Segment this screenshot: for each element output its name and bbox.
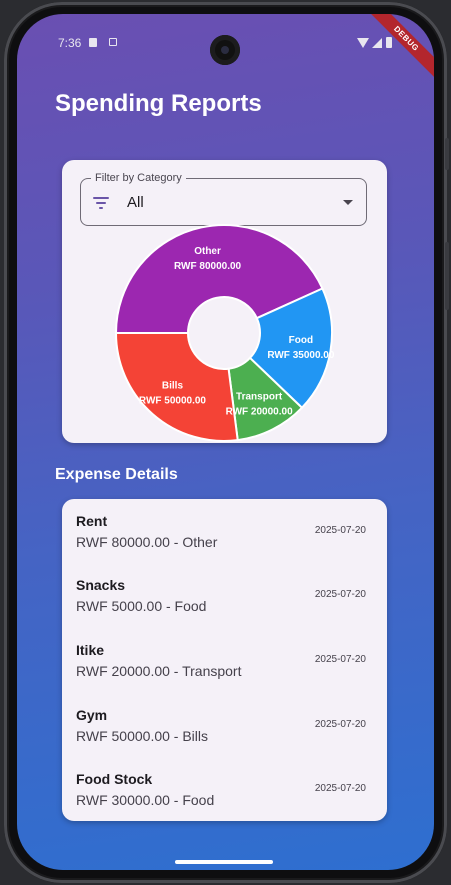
expense-detail: RWF 5000.00 - Food bbox=[76, 598, 207, 614]
wifi-icon bbox=[357, 38, 369, 48]
expense-name: Rent bbox=[76, 513, 108, 529]
expense-item[interactable]: Rent RWF 80000.00 - Other 2025-07-20 bbox=[62, 499, 387, 563]
signal-icon bbox=[372, 38, 382, 48]
expense-name: Food Stock bbox=[76, 771, 153, 787]
front-camera bbox=[210, 35, 240, 65]
page-title: Spending Reports bbox=[55, 90, 262, 117]
notification-icon bbox=[109, 38, 117, 46]
expense-date: 2025-07-20 bbox=[314, 589, 366, 600]
battery-icon bbox=[386, 37, 392, 48]
expense-item[interactable]: Snacks RWF 5000.00 - Food 2025-07-20 bbox=[62, 563, 387, 627]
power-button bbox=[445, 242, 449, 310]
pie-chart: Other RWF 80000.00 Food RWF 35000.00 Transpo… bbox=[114, 224, 335, 442]
slice-value-label: RWF 80000.00 bbox=[174, 261, 242, 272]
status-time: 7:36 bbox=[58, 36, 82, 50]
expense-list: Rent RWF 80000.00 - Other 2025-07-20 Sna… bbox=[62, 499, 387, 821]
slice-value-label: RWF 50000.00 bbox=[139, 396, 207, 407]
app-screen: 7:36 DEBUG Spending Reports Filter by Ca… bbox=[17, 14, 434, 870]
home-indicator[interactable] bbox=[175, 860, 273, 864]
expense-detail: RWF 30000.00 - Food bbox=[76, 792, 215, 808]
expense-item[interactable]: Itike RWF 20000.00 - Transport 2025-07-2… bbox=[62, 628, 387, 692]
expense-date: 2025-07-20 bbox=[314, 719, 366, 730]
expense-detail: RWF 50000.00 - Bills bbox=[76, 728, 209, 744]
volume-button bbox=[445, 138, 449, 170]
expense-detail: RWF 80000.00 - Other bbox=[76, 534, 218, 550]
expense-date: 2025-07-20 bbox=[314, 525, 366, 536]
expense-item[interactable]: Gym RWF 50000.00 - Bills 2025-07-20 bbox=[62, 693, 387, 757]
expense-name: Snacks bbox=[76, 577, 126, 593]
expense-name: Itike bbox=[76, 642, 105, 658]
chart-card: Filter by Category All Other RWF 80000.00… bbox=[62, 160, 387, 443]
slice-value-label: RWF 20000.00 bbox=[226, 407, 294, 418]
section-title: Expense Details bbox=[55, 466, 178, 483]
slice-category-label: Other bbox=[194, 246, 221, 257]
expense-name: Gym bbox=[76, 707, 108, 723]
expense-date: 2025-07-20 bbox=[314, 783, 366, 794]
slice-category-label: Bills bbox=[162, 381, 184, 392]
expense-date: 2025-07-20 bbox=[314, 654, 366, 665]
expense-item[interactable]: Food Stock RWF 30000.00 - Food 2025-07-2… bbox=[62, 757, 387, 821]
slice-category-label: Transport bbox=[236, 392, 283, 403]
slice-value-label: RWF 35000.00 bbox=[267, 350, 335, 361]
expense-detail: RWF 20000.00 - Transport bbox=[76, 663, 242, 679]
sim-card-icon bbox=[89, 38, 97, 47]
slice-category-label: Food bbox=[289, 335, 313, 346]
